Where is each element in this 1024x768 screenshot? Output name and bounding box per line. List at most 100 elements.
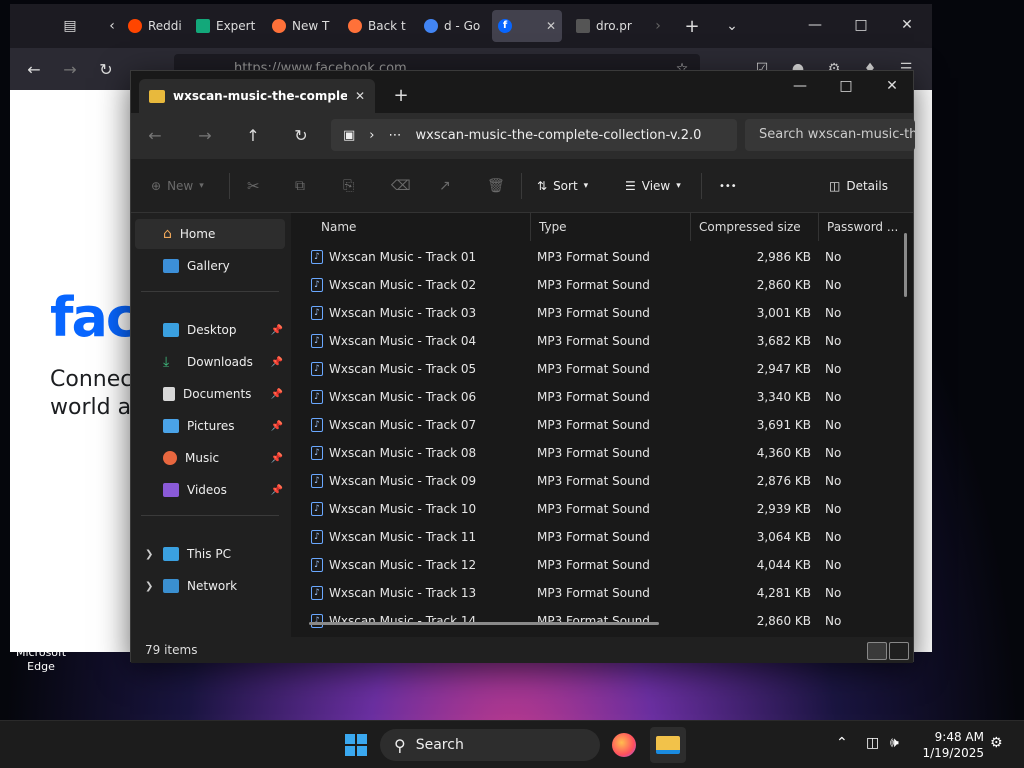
vertical-scrollbar[interactable] <box>904 233 907 297</box>
explorer-close-icon[interactable]: ✕ <box>869 71 915 101</box>
browser-tab-facebook-active[interactable]: f ✕ <box>492 10 562 42</box>
address-bar[interactable]: ▣ › ⋯ wxscan-music-the-complete-collecti… <box>331 119 737 151</box>
browser-tab-2[interactable]: Expert <box>190 10 260 42</box>
table-row[interactable]: ♪ Wxscan Music - Track 09 MP3 Format Sound… <box>291 467 907 495</box>
pin-icon[interactable]: 📌 <box>271 453 283 464</box>
nav-item-music[interactable]: Music 📌 <box>135 443 285 473</box>
more-options-button[interactable]: ••• <box>719 173 737 199</box>
close-tab-icon[interactable]: ✕ <box>546 19 556 33</box>
table-row[interactable]: ♪ Wxscan Music - Track 10 MP3 Format Sound… <box>291 495 907 523</box>
refresh-icon[interactable]: ↻ <box>289 123 313 147</box>
nav-item-pictures[interactable]: Pictures 📌 <box>135 411 285 441</box>
file-size: 2,947 KB <box>756 362 811 376</box>
table-row[interactable]: ♪ Wxscan Music - Track 01 MP3 Format Sound… <box>291 243 907 271</box>
sort-button[interactable]: ⇅ Sort ▾ <box>537 173 588 199</box>
firefox-taskbar-icon[interactable] <box>606 727 642 763</box>
file-size: 3,001 KB <box>756 306 811 320</box>
column-header-size[interactable]: Compressed size <box>691 213 819 241</box>
share-icon[interactable]: ↗ <box>439 173 451 199</box>
browser-tab-4[interactable]: Back t <box>342 10 412 42</box>
close-tab-icon[interactable]: ✕ <box>355 89 365 103</box>
pin-icon[interactable]: 📌 <box>271 485 283 496</box>
nav-item-desktop[interactable]: Desktop 📌 <box>135 315 285 345</box>
nav-item-videos[interactable]: Videos 📌 <box>135 475 285 505</box>
horizontal-scrollbar[interactable] <box>309 622 659 625</box>
pin-icon[interactable]: 📌 <box>271 389 283 400</box>
column-header-name[interactable]: Name <box>313 213 531 241</box>
start-windows-icon[interactable] <box>338 727 374 763</box>
notifications-bell-icon[interactable]: ⚙ <box>990 735 1003 751</box>
table-row[interactable]: ♪ Wxscan Music - Track 13 MP3 Format Sound… <box>291 579 907 607</box>
chevron-right-icon[interactable]: ❯ <box>145 549 153 560</box>
new-explorer-tab-icon[interactable]: + <box>389 83 413 107</box>
explorer-maximize-icon[interactable]: □ <box>823 71 869 101</box>
browser-tab-7[interactable]: dro.pr <box>570 10 644 42</box>
browser-tab-3[interactable]: New T <box>266 10 336 42</box>
breadcrumb-overflow-icon[interactable]: ⋯ <box>389 128 402 143</box>
new-tab-icon[interactable]: + <box>680 14 704 38</box>
pin-icon[interactable]: 📌 <box>271 421 283 432</box>
forward-arrow-icon[interactable]: → <box>193 123 217 147</box>
nav-label: Pictures <box>187 419 235 433</box>
new-button[interactable]: ⊕ New ▾ <box>151 173 204 199</box>
view-button[interactable]: ☰ View ▾ <box>625 173 681 199</box>
table-row[interactable]: ♪ Wxscan Music - Track 06 MP3 Format Sound… <box>291 383 907 411</box>
browser-minimize-icon[interactable]: — <box>792 10 838 40</box>
clock[interactable]: 9:48 AM 1/19/2025 <box>916 729 984 761</box>
table-row[interactable]: ♪ Wxscan Music - Track 04 MP3 Format Sound… <box>291 327 907 355</box>
music-file-icon: ♪ <box>311 418 323 432</box>
tab-scroll-left-icon[interactable]: ‹ <box>100 14 124 38</box>
chevron-right-icon[interactable]: ❯ <box>145 581 153 592</box>
nav-item-documents[interactable]: Documents 📌 <box>135 379 285 409</box>
tab-list-chevron-icon[interactable]: ⌄ <box>720 14 744 38</box>
search-input[interactable]: Search wxscan-music-the <box>745 119 915 151</box>
nav-item-network[interactable]: ❯ Network <box>135 571 285 601</box>
forward-arrow-icon[interactable]: → <box>58 57 82 81</box>
breadcrumb-current[interactable]: wxscan-music-the-complete-collection-v.2… <box>416 128 702 143</box>
table-row[interactable]: ♪ Wxscan Music - Track 02 MP3 Format Sound… <box>291 271 907 299</box>
show-hidden-icons-chevron-icon[interactable]: ⌃ <box>836 735 848 751</box>
browser-tab-1[interactable]: Reddi <box>122 10 188 42</box>
delete-icon[interactable]: 🗑 <box>487 173 505 199</box>
copy-icon[interactable]: ⧉ <box>295 173 305 199</box>
file-explorer-taskbar-icon[interactable] <box>650 727 686 763</box>
details-pane-button[interactable]: ◫ Details <box>829 173 888 199</box>
browser-close-icon[interactable]: ✕ <box>884 10 930 40</box>
back-arrow-icon[interactable]: ← <box>143 123 167 147</box>
column-header-type[interactable]: Type <box>531 213 691 241</box>
browser-maximize-icon[interactable]: □ <box>838 10 884 40</box>
nav-item-this-pc[interactable]: ❯ This PC <box>135 539 285 569</box>
network-status-icon[interactable]: ◫ <box>866 735 879 751</box>
file-size: 3,340 KB <box>756 390 811 404</box>
nav-item-home[interactable]: ⌂ Home <box>135 219 285 249</box>
nav-item-gallery[interactable]: Gallery <box>135 251 285 281</box>
nav-item-downloads[interactable]: ⤓ Downloads 📌 <box>135 347 285 377</box>
tab-overview-icon[interactable]: ▤ <box>58 14 82 38</box>
pin-icon[interactable]: 📌 <box>271 325 283 336</box>
column-header-password[interactable]: Password ... <box>819 213 913 241</box>
rename-icon[interactable]: ⌫ <box>391 173 411 199</box>
table-row[interactable]: ♪ Wxscan Music - Track 14 MP3 Format Sound… <box>291 607 907 635</box>
cut-icon[interactable]: ✂ <box>247 173 260 199</box>
file-size: 2,986 KB <box>756 250 811 264</box>
tiles-view-toggle-icon[interactable] <box>889 642 909 660</box>
reload-icon[interactable]: ↻ <box>94 57 118 81</box>
explorer-tab[interactable]: wxscan-music-the-complete-c ✕ <box>139 79 375 113</box>
details-view-toggle-icon[interactable] <box>867 642 887 660</box>
table-row[interactable]: ♪ Wxscan Music - Track 03 MP3 Format Sound… <box>291 299 907 327</box>
up-arrow-icon[interactable]: ↑ <box>241 123 265 147</box>
file-size: 2,939 KB <box>756 502 811 516</box>
table-row[interactable]: ♪ Wxscan Music - Track 11 MP3 Format Sound… <box>291 523 907 551</box>
taskbar-search[interactable]: ⚲ Search <box>380 729 600 761</box>
volume-icon[interactable]: 🕪 <box>890 735 899 751</box>
paste-icon[interactable]: ⎘ <box>343 173 354 199</box>
table-row[interactable]: ♪ Wxscan Music - Track 07 MP3 Format Sound… <box>291 411 907 439</box>
tab-scroll-right-icon[interactable]: › <box>646 14 670 38</box>
table-row[interactable]: ♪ Wxscan Music - Track 05 MP3 Format Sound… <box>291 355 907 383</box>
pin-icon[interactable]: 📌 <box>271 357 283 368</box>
table-row[interactable]: ♪ Wxscan Music - Track 12 MP3 Format Sound… <box>291 551 907 579</box>
explorer-minimize-icon[interactable]: — <box>777 71 823 101</box>
back-arrow-icon[interactable]: ← <box>22 57 46 81</box>
browser-tab-5[interactable]: d - Go <box>418 10 488 42</box>
table-row[interactable]: ♪ Wxscan Music - Track 08 MP3 Format Sound… <box>291 439 907 467</box>
